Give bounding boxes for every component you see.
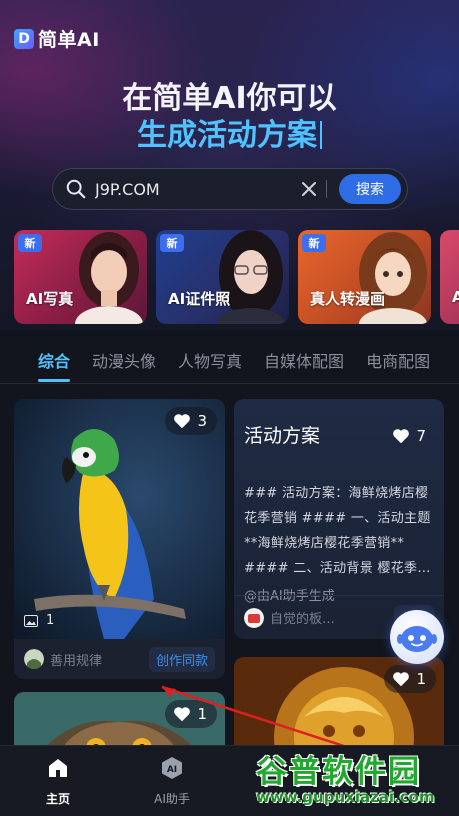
tab-portrait[interactable]: 人物写真 — [178, 348, 242, 372]
watermark: 谷普软件园 www.gupuxiazai.com — [248, 742, 459, 816]
feature-card-partial[interactable]: A — [440, 230, 459, 324]
nav-home-label: 主页 — [45, 792, 70, 806]
annotation-arrow — [161, 685, 345, 745]
avatar[interactable] — [24, 649, 44, 669]
feed-card-plan[interactable]: 活动方案 7 ### 活动方案：海鲜烧烤店樱花季营销 #### 一、活动主题 *… — [234, 399, 444, 639]
image-count: 1 — [24, 613, 54, 628]
feature-card-ai-portrait[interactable]: 新 AI写真 — [14, 230, 147, 324]
avatar[interactable] — [244, 607, 264, 628]
feature-label: AI证件照 — [168, 290, 231, 308]
search-divider — [326, 180, 327, 198]
new-badge: 新 — [302, 234, 326, 252]
portrait-image — [359, 232, 427, 324]
content-feed: 3 1 善用规律 创作同款 活动方案 7 ### 活动方案：海鲜烧烤店樱花季营销… — [0, 385, 459, 745]
search-bar: 搜索 — [52, 168, 408, 210]
search-icon — [66, 179, 86, 199]
clear-icon[interactable] — [301, 181, 317, 197]
portrait-image — [75, 232, 143, 324]
nav-ai-assistant[interactable]: AI AI助手 — [142, 756, 202, 807]
hero-subheadline: 生成活动方案 — [0, 110, 459, 154]
category-tabs: 综合 动漫头像 人物写真 自媒体配图 电商配图 — [0, 336, 459, 384]
search-button[interactable]: 搜索 — [339, 174, 401, 204]
search-input[interactable] — [95, 179, 301, 199]
tab-ecommerce-image[interactable]: 电商配图 — [366, 348, 430, 372]
typing-cursor — [320, 121, 322, 149]
feed-card-parrot[interactable]: 3 1 善用规律 创作同款 — [14, 399, 225, 679]
nav-ai-label: AI助手 — [154, 792, 190, 806]
hero-typing-text: 生成活动方案 — [137, 118, 317, 153]
hero-section: D 简单AI 在简单AI你可以 生成活动方案 搜索 — [0, 0, 459, 330]
card-title: 活动方案 — [244, 425, 321, 447]
tab-anime-avatar[interactable]: 动漫头像 — [92, 348, 156, 372]
new-badge: 新 — [18, 234, 42, 252]
heart-icon — [174, 414, 191, 429]
brand: D 简单AI — [14, 25, 100, 52]
feature-label: A — [452, 288, 459, 306]
like-count: 3 — [197, 412, 207, 430]
feature-card-photo-to-manga[interactable]: 新 真人转漫画 — [298, 230, 431, 324]
card-footer: 善用规律 创作同款 — [14, 639, 225, 679]
tab-comprehensive[interactable]: 综合 — [38, 348, 71, 382]
like-count: 7 — [416, 427, 426, 445]
like-counter[interactable]: 7 — [392, 427, 426, 445]
watermark-url: www.gupuxiazai.com — [256, 788, 435, 806]
feature-carousel: 新 AI写真 新 AI证件照 新 真人转漫画 A — [14, 230, 459, 324]
like-counter[interactable]: 3 — [165, 407, 217, 435]
image-count-value: 1 — [46, 613, 55, 628]
ai-icon-text: AI — [167, 765, 177, 775]
ai-assistant-fab[interactable] — [390, 610, 444, 664]
heart-icon — [393, 429, 410, 444]
create-same-button[interactable]: 创作同款 — [148, 646, 215, 672]
like-count: 1 — [416, 670, 426, 688]
home-icon — [49, 759, 67, 777]
robot-icon — [397, 626, 437, 652]
brand-logo-icon: D — [14, 28, 34, 49]
tab-media-image[interactable]: 自媒体配图 — [264, 348, 344, 372]
nav-home[interactable]: 主页 — [28, 756, 88, 807]
watermark-title: 谷普软件园 — [256, 754, 421, 790]
feature-label: AI写真 — [26, 290, 74, 308]
brand-name: 简单AI — [38, 29, 100, 51]
author-name[interactable]: 善用规律 — [50, 650, 143, 669]
new-badge: 新 — [160, 234, 184, 252]
portrait-image — [217, 230, 285, 324]
feature-card-id-photo[interactable]: 新 AI证件照 — [156, 230, 289, 324]
parrot-image — [14, 399, 225, 639]
ai-icon: AI — [162, 757, 182, 779]
card-body-text: ### 活动方案：海鲜烧烤店樱花季营销 #### 一、活动主题 **海鲜烧烤店樱… — [244, 486, 431, 576]
author-name[interactable]: 自觉的板… — [270, 608, 388, 627]
image-icon — [24, 614, 38, 627]
app-root: D 简单AI 在简单AI你可以 生成活动方案 搜索 — [0, 0, 459, 816]
feature-label: 真人转漫画 — [310, 290, 386, 308]
